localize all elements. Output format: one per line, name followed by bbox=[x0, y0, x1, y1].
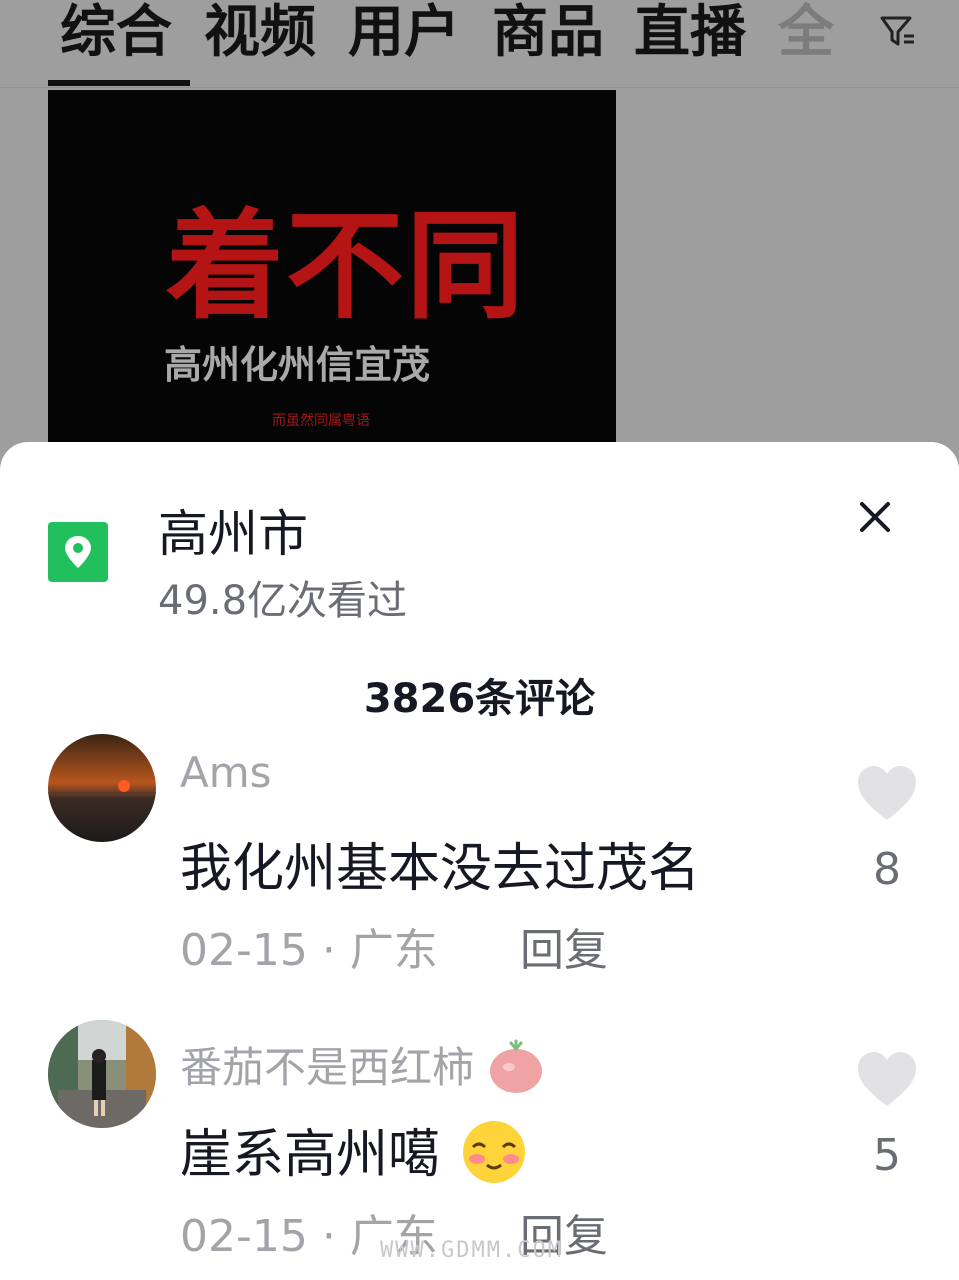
like-count: 5 bbox=[873, 1130, 901, 1181]
reply-button[interactable]: 回复 bbox=[520, 914, 608, 978]
shy-smile-emoji-icon bbox=[457, 1119, 531, 1198]
comment-username[interactable]: 番茄不是西红柿 bbox=[180, 1034, 545, 1105]
avatar[interactable] bbox=[48, 1020, 156, 1128]
filter-icon[interactable] bbox=[878, 12, 918, 52]
search-tab-bar: 综合 视频 用户 商品 直播 全 bbox=[0, 0, 959, 88]
comment-text: 崖系高州噶 bbox=[180, 1112, 531, 1198]
heart-icon[interactable] bbox=[856, 1050, 918, 1108]
thumbnail-title: 着不同 bbox=[166, 197, 527, 335]
tab-all[interactable]: 全 bbox=[778, 0, 834, 70]
thumbnail-caption: 而虽然同属粤语 bbox=[272, 413, 370, 429]
location-name[interactable]: 高州市 bbox=[158, 494, 308, 566]
active-tab-indicator bbox=[48, 80, 190, 86]
tab-general[interactable]: 综合 bbox=[60, 0, 172, 70]
comment-count-header: 3826条评论 bbox=[363, 676, 596, 722]
heart-icon[interactable] bbox=[856, 764, 918, 822]
comment-item: Ams 我化州基本没去过茂名 02-15 · 广东 回复 8 bbox=[0, 734, 959, 1004]
location-views: 49.8亿次看过 bbox=[158, 578, 408, 624]
comment-text: 我化州基本没去过茂名 bbox=[180, 839, 701, 899]
watermark: WWW.GDMM.COM bbox=[380, 1238, 563, 1263]
close-icon[interactable] bbox=[852, 494, 898, 540]
comment-meta: 02-15 · 广东 bbox=[180, 925, 438, 976]
location-pin-icon bbox=[48, 522, 108, 582]
like-count: 8 bbox=[873, 844, 901, 895]
tab-video[interactable]: 视频 bbox=[204, 0, 316, 70]
tab-products[interactable]: 商品 bbox=[492, 0, 604, 70]
avatar[interactable] bbox=[48, 734, 156, 842]
comment-username[interactable]: Ams bbox=[180, 748, 272, 797]
tab-users[interactable]: 用户 bbox=[348, 0, 460, 70]
tab-live[interactable]: 直播 bbox=[634, 0, 746, 70]
thumbnail-subtitle: 高州化州信宜茂 bbox=[164, 343, 431, 387]
video-thumbnail[interactable]: 着不同 高州化州信宜茂 而虽然同属粤语 bbox=[48, 90, 616, 442]
comments-sheet: 高州市 49.8亿次看过 3826条评论 Ams 我化州基本没去过茂名 02-1… bbox=[0, 442, 959, 1280]
tomato-emoji-icon bbox=[487, 1037, 545, 1105]
